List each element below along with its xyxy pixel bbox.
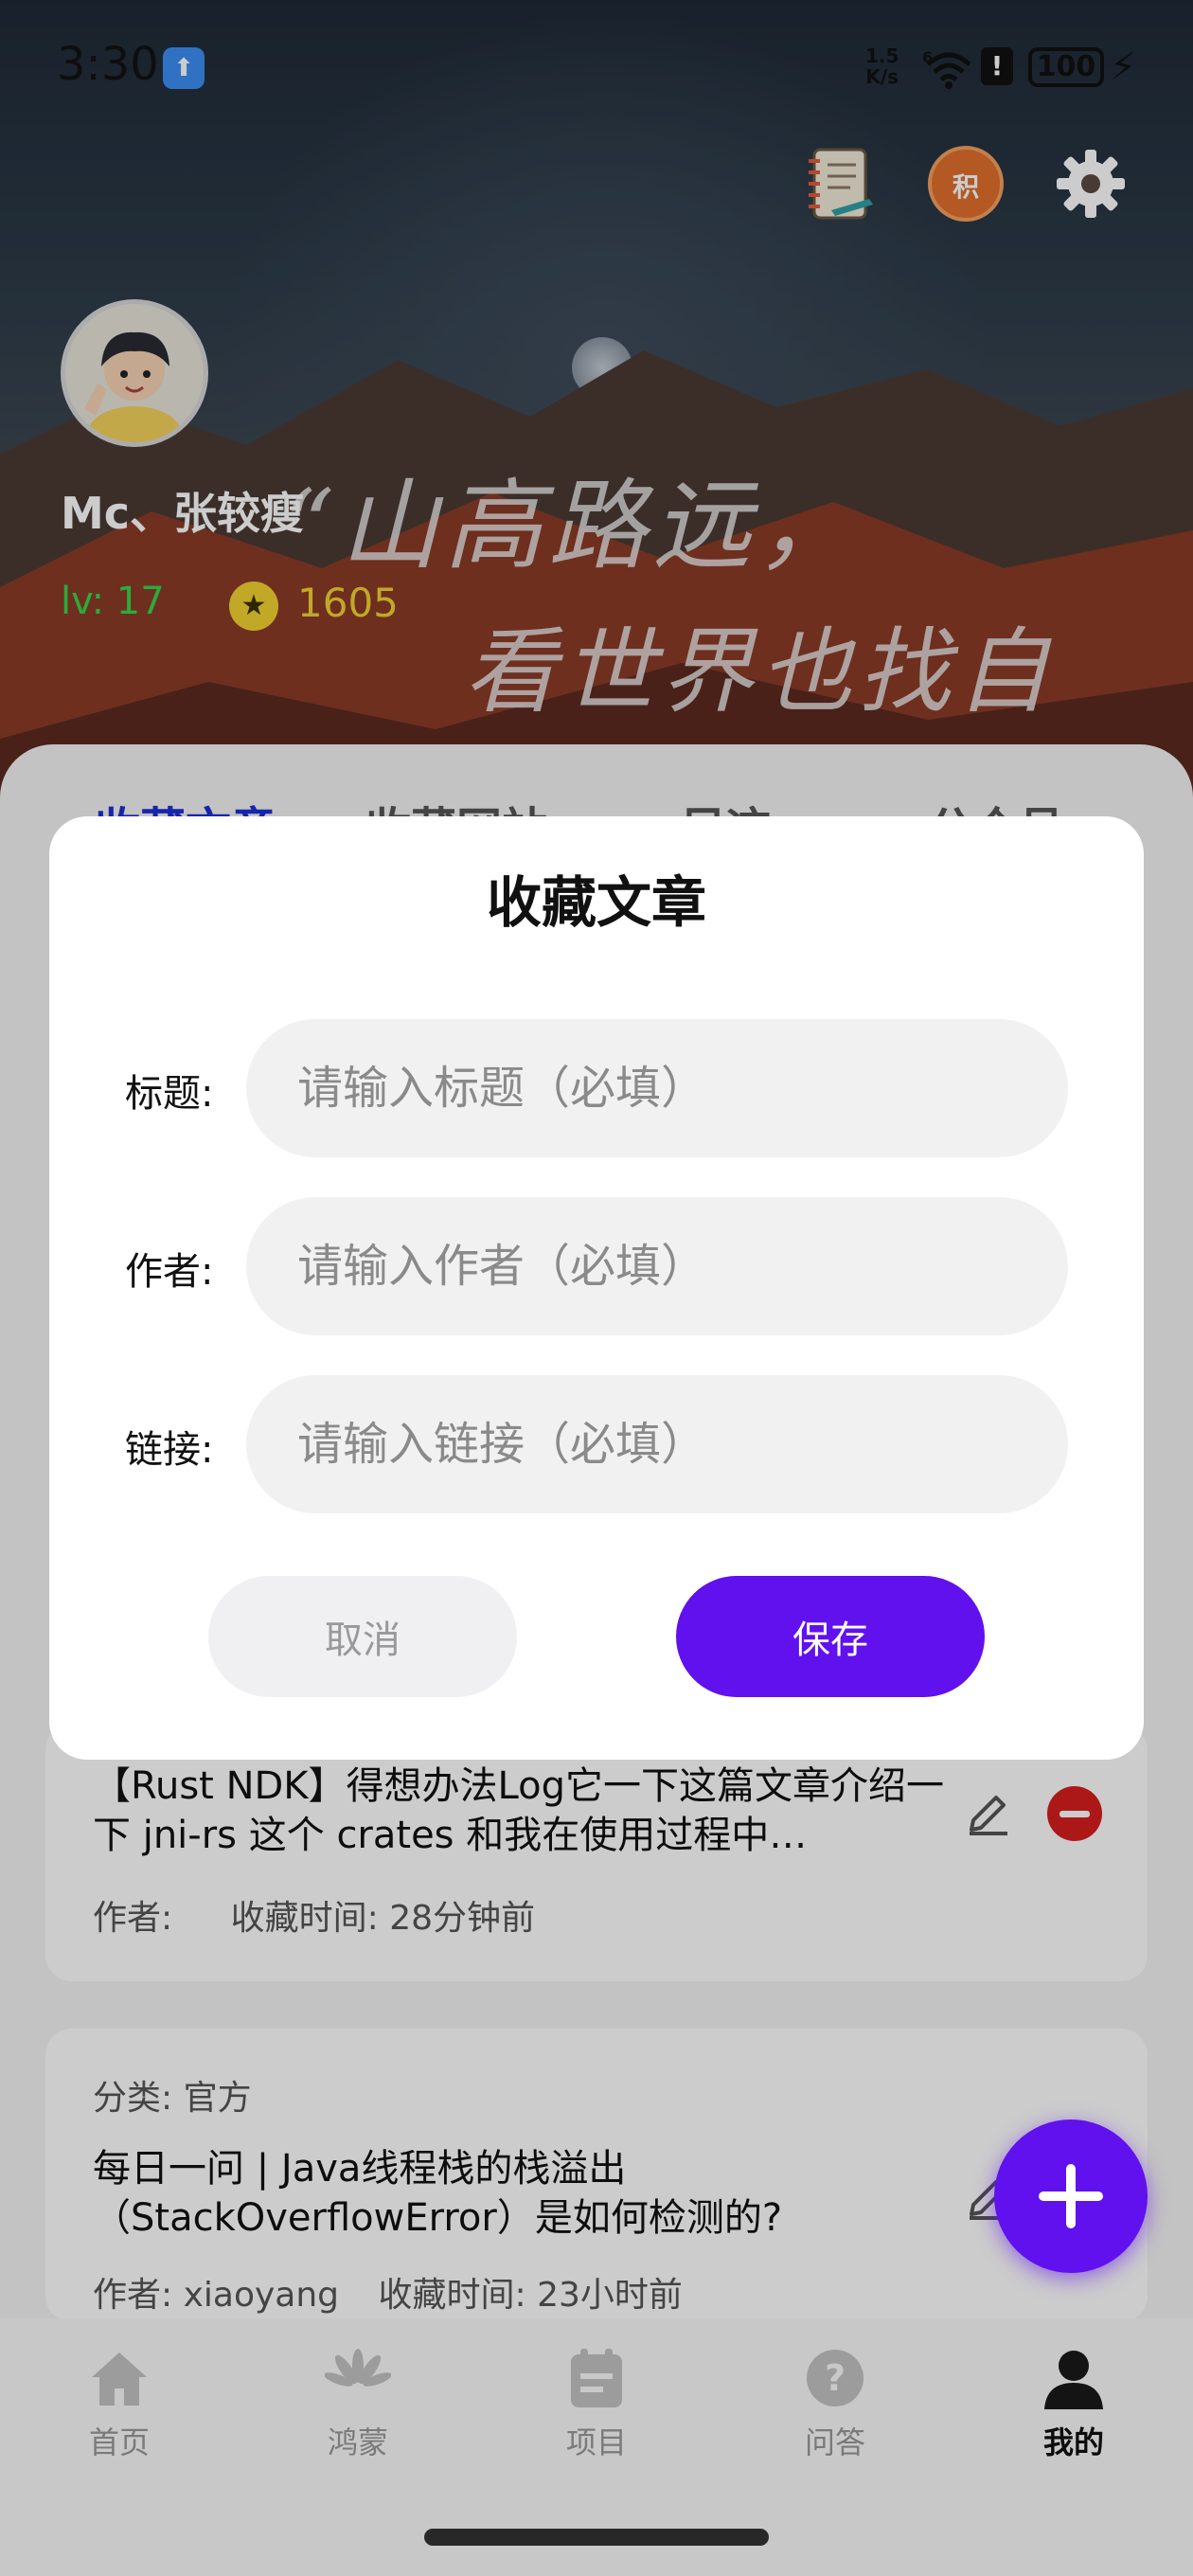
- save-button[interactable]: 保存: [676, 1576, 985, 1697]
- cancel-button[interactable]: 取消: [208, 1576, 517, 1697]
- favorite-article-dialog: 收藏文章 标题: 作者: 链接: 取消 保存: [49, 816, 1144, 1760]
- dialog-title: 收藏文章: [486, 870, 706, 935]
- title-field-label: 标题:: [125, 1072, 214, 1116]
- author-input[interactable]: [246, 1197, 1068, 1335]
- title-input[interactable]: [246, 1019, 1068, 1157]
- author-field-label: 作者:: [125, 1250, 214, 1294]
- add-article-button[interactable]: [994, 2120, 1148, 2273]
- link-field-label: 链接:: [125, 1428, 214, 1472]
- link-input[interactable]: [246, 1375, 1068, 1513]
